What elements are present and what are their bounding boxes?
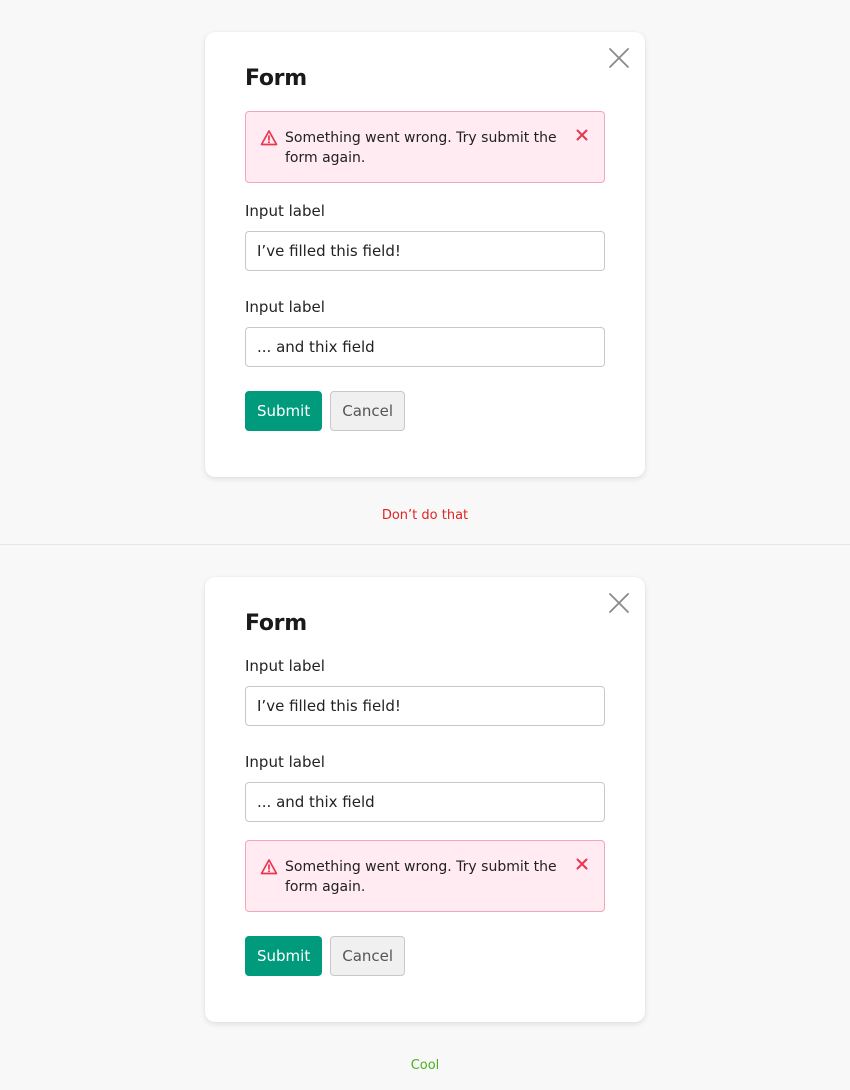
- error-alert-message: Something went wrong. Try submit the for…: [285, 130, 557, 166]
- form-field: Input label: [245, 656, 605, 726]
- error-alert: Something went wrong. Try submit the for…: [245, 840, 605, 912]
- form-actions: Submit Cancel: [245, 391, 605, 431]
- submit-button[interactable]: Submit: [245, 391, 323, 431]
- form-dialog: Form Input label Input label Something w…: [205, 577, 645, 1022]
- cancel-button[interactable]: Cancel: [330, 936, 406, 976]
- form-dialog: Form Something went wrong. Try submit th…: [205, 32, 645, 477]
- close-icon[interactable]: [576, 129, 588, 141]
- bad-example-caption: Don’t do that: [381, 508, 469, 523]
- input-label: Input label: [245, 298, 325, 316]
- form-title: Form: [245, 611, 307, 636]
- form-title: Form: [245, 66, 307, 91]
- input-label: Input label: [245, 202, 325, 220]
- close-icon: [609, 593, 629, 613]
- cancel-button[interactable]: Cancel: [330, 391, 406, 431]
- good-example-section: Form Input label Input label Something w…: [0, 545, 850, 1090]
- submit-button[interactable]: Submit: [245, 936, 323, 976]
- close-icon[interactable]: [576, 858, 588, 870]
- text-input[interactable]: [245, 782, 605, 822]
- warning-triangle-icon: [260, 130, 278, 146]
- text-input[interactable]: [245, 231, 605, 271]
- text-input[interactable]: [245, 686, 605, 726]
- bad-example-section: Form Something went wrong. Try submit th…: [0, 0, 850, 544]
- form-field: Input label: [245, 752, 605, 822]
- good-example-caption: Cool: [410, 1058, 440, 1073]
- error-alert: Something went wrong. Try submit the for…: [245, 111, 605, 183]
- close-dialog-button[interactable]: [607, 591, 631, 615]
- close-icon: [609, 48, 629, 68]
- error-alert-message: Something went wrong. Try submit the for…: [285, 859, 557, 895]
- text-input[interactable]: [245, 327, 605, 367]
- input-label: Input label: [245, 657, 325, 675]
- form-field: Input label: [245, 201, 605, 271]
- input-label: Input label: [245, 753, 325, 771]
- close-dialog-button[interactable]: [607, 46, 631, 70]
- warning-triangle-icon: [260, 859, 278, 875]
- form-field: Input label: [245, 297, 605, 367]
- form-actions: Submit Cancel: [245, 936, 605, 976]
